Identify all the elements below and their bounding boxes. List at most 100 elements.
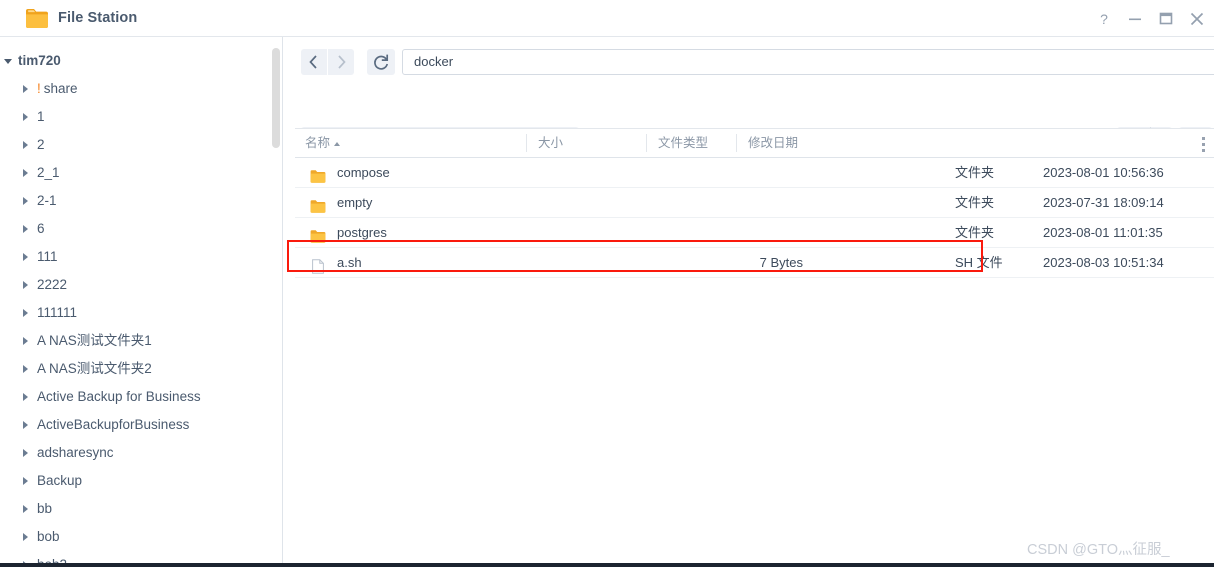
sort-ascending-icon — [334, 141, 341, 146]
file-type-cell: SH 文件 — [955, 255, 1003, 270]
path-input[interactable]: docker — [414, 50, 453, 74]
tree-item[interactable]: 1 — [0, 103, 268, 131]
chevron-right-icon[interactable] — [23, 533, 28, 541]
tree-item-label: bob — [37, 529, 60, 544]
table-row[interactable]: a.sh 7 Bytes SH 文件 2023-08-03 10:51:34 — [295, 248, 1214, 278]
tree-item[interactable]: bb — [0, 495, 268, 523]
file-type-cell: 文件夹 — [955, 165, 995, 180]
page-title: File Station — [58, 10, 138, 26]
tree-item-label: 111 — [37, 249, 58, 264]
tree-item[interactable]: Backup — [0, 467, 268, 495]
svg-text:?: ? — [1100, 11, 1108, 27]
tree-item[interactable]: 2-1 — [0, 187, 268, 215]
tree-item[interactable]: Active Backup for Business — [0, 383, 268, 411]
chevron-right-icon[interactable] — [23, 253, 28, 261]
chevron-right-icon[interactable] — [23, 505, 28, 513]
table-row[interactable]: postgres 文件夹 2023-08-01 11:01:35 — [295, 218, 1214, 248]
navigation-bar: docker 搜索 — [283, 37, 1214, 82]
chevron-right-icon[interactable] — [23, 365, 28, 373]
sidebar-scrollbar[interactable] — [272, 48, 280, 148]
table-row[interactable]: empty 文件夹 2023-07-31 18:09:14 — [295, 188, 1214, 218]
tree-item-label: 1 — [37, 109, 45, 124]
file-size-cell: 7 Bytes — [759, 255, 803, 270]
file-date-cell: 2023-08-01 10:56:36 — [1043, 165, 1164, 180]
tree-item[interactable]: 2222 — [0, 271, 268, 299]
toolbar: 新增上传操作工具设置 — [283, 82, 1214, 153]
column-header-label: 名称 — [305, 136, 331, 150]
tree-item-label: 111111 — [37, 305, 78, 320]
tree-item-label: A NAS测试文件夹2 — [37, 361, 152, 376]
forward-button[interactable] — [328, 49, 354, 75]
tree-item-label: 2222 — [37, 277, 68, 292]
tree-item-label: Active Backup for Business — [37, 389, 201, 404]
main-panel: docker 搜索 — [283, 37, 1214, 567]
tree-item[interactable]: adsharesync — [0, 439, 268, 467]
chevron-right-icon[interactable] — [23, 113, 28, 121]
maximize-button[interactable] — [1155, 8, 1177, 30]
tree-item[interactable]: A NAS测试文件夹1 — [0, 327, 268, 355]
file-name-cell: a.sh — [337, 255, 362, 270]
tree-item-label: adsharesync — [37, 445, 114, 460]
file-list-header: 名称 大小 文件类型 修改日期 — [295, 129, 1214, 158]
sidebar: tim720 ! share 1 2 2_1 2-1 6 111 2222 111111 A NAS… — [0, 37, 283, 567]
file-date-cell: 2023-07-31 18:09:14 — [1043, 195, 1164, 210]
chevron-right-icon[interactable] — [23, 85, 28, 93]
table-row[interactable]: compose 文件夹 2023-08-01 10:56:36 — [295, 158, 1214, 188]
tree-item[interactable]: ! share — [0, 75, 268, 103]
chevron-right-icon[interactable] — [23, 225, 28, 233]
column-header-label: 文件类型 — [658, 136, 709, 150]
back-button[interactable] — [301, 49, 327, 75]
tree-item-label: bb — [37, 501, 53, 516]
column-separator[interactable] — [646, 134, 647, 152]
tree-item-label: share — [43, 81, 78, 96]
tree-item[interactable]: 111 — [0, 243, 268, 271]
folder-tree: tim720 ! share 1 2 2_1 2-1 6 111 2222 111111 A NAS… — [0, 37, 268, 567]
column-header-label: 修改日期 — [748, 136, 799, 150]
tree-item[interactable]: bob — [0, 523, 268, 551]
tree-item-label: Backup — [37, 473, 83, 488]
tree-item-label: ActiveBackupforBusiness — [37, 417, 190, 432]
file-type-cell: 文件夹 — [955, 225, 995, 240]
column-separator[interactable] — [736, 134, 737, 152]
tree-item[interactable]: A NAS测试文件夹2 — [0, 355, 268, 383]
tree-item[interactable]: 6 — [0, 215, 268, 243]
tree-item-label: 2_1 — [37, 165, 60, 180]
file-list-body: compose 文件夹 2023-08-01 10:56:36 empty 文件夹 202… — [295, 158, 1214, 278]
chevron-right-icon[interactable] — [23, 309, 28, 317]
chevron-right-icon[interactable] — [23, 281, 28, 289]
help-button[interactable]: ? — [1093, 8, 1115, 30]
close-button[interactable] — [1186, 8, 1208, 30]
tree-item[interactable]: 2 — [0, 131, 268, 159]
column-header-2[interactable]: 文件类型 — [658, 129, 708, 157]
chevron-right-icon[interactable] — [23, 169, 28, 177]
chevron-right-icon[interactable] — [23, 477, 28, 485]
file-date-cell: 2023-08-01 11:01:35 — [1043, 225, 1163, 240]
path-bar[interactable]: docker — [402, 49, 1214, 75]
column-header-0[interactable]: 名称 — [305, 129, 341, 157]
chevron-right-icon[interactable] — [23, 197, 28, 205]
kebab-menu-icon[interactable] — [1202, 137, 1205, 155]
file-name-cell: empty — [337, 195, 373, 210]
tree-item-root[interactable]: tim720 — [0, 47, 268, 75]
file-name-cell: postgres — [337, 225, 387, 240]
chevron-right-icon[interactable] — [23, 449, 28, 457]
column-header-3[interactable]: 修改日期 — [748, 129, 798, 157]
tree-item[interactable]: ActiveBackupforBusiness — [0, 411, 268, 439]
title-bar: File Station ? — [0, 0, 1214, 37]
refresh-button[interactable] — [367, 49, 395, 75]
chevron-down-icon[interactable] — [4, 59, 12, 64]
chevron-right-icon[interactable] — [23, 337, 28, 345]
chevron-right-icon[interactable] — [23, 421, 28, 429]
column-header-label: 大小 — [538, 136, 564, 150]
minimize-button[interactable] — [1124, 8, 1146, 30]
chevron-right-icon[interactable] — [23, 393, 28, 401]
tree-item-label: 6 — [37, 221, 45, 236]
column-separator[interactable] — [526, 134, 527, 152]
file-date-cell: 2023-08-03 10:51:34 — [1043, 255, 1164, 270]
column-header-1[interactable]: 大小 — [538, 129, 563, 157]
chevron-right-icon[interactable] — [23, 141, 28, 149]
tree-item[interactable]: 111111 — [0, 299, 268, 327]
bottom-edge-strip — [0, 563, 1214, 567]
tree-item[interactable]: 2_1 — [0, 159, 268, 187]
file-station-window: File Station ? tim720 ! share 1 2 2_1 2-… — [0, 0, 1214, 567]
